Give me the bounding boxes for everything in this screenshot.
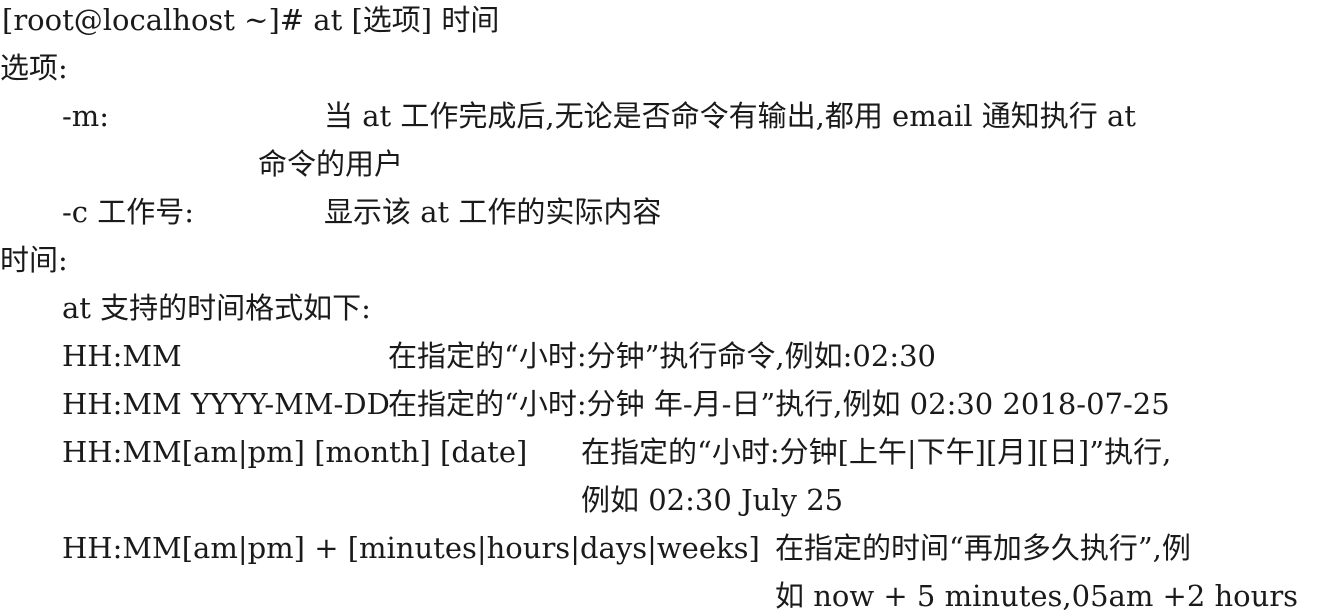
time-intro: at 支持的时间格式如下: [62, 291, 371, 325]
option-m-flag: -m: [62, 99, 110, 133]
format-relative-description: 在指定的时间“再加多久执行”,例 [775, 531, 1191, 565]
format-hhmm-date-description: 在指定的“小时:分钟 年-月-日”执行,例如 02:30 2018-07-25 [388, 387, 1170, 421]
format-relative-description-continued: 如 now + 5 minutes,05am +2 hours [775, 579, 1299, 613]
option-m-description: 当 at 工作完成后,无论是否命令有输出,都用 email 通知执行 at [324, 99, 1136, 133]
time-heading: 时间: [0, 243, 68, 277]
format-relative: HH:MM[am|pm] + [minutes|hours|days|weeks… [62, 531, 760, 565]
format-hhmm-date: HH:MM YYYY-MM-DD [62, 387, 390, 421]
options-heading: 选项: [0, 51, 68, 85]
format-ampm-month-date: HH:MM[am|pm] [month] [date] [62, 435, 528, 469]
option-c-description: 显示该 at 工作的实际内容 [324, 195, 662, 229]
format-hhmm: HH:MM [62, 339, 182, 373]
command-syntax: [root@localhost ~]# at [选项] 时间 [2, 3, 500, 37]
option-c-flag: -c 工作号: [62, 195, 195, 229]
format-ampm-month-date-description: 在指定的“小时:分钟[上午|下午][月][日]”执行, [581, 435, 1172, 469]
format-ampm-month-date-description-continued: 例如 02:30 July 25 [581, 483, 844, 517]
option-m-description-continued: 命令的用户 [258, 147, 404, 181]
format-hhmm-description: 在指定的“小时:分钟”执行命令,例如:02:30 [388, 339, 936, 373]
